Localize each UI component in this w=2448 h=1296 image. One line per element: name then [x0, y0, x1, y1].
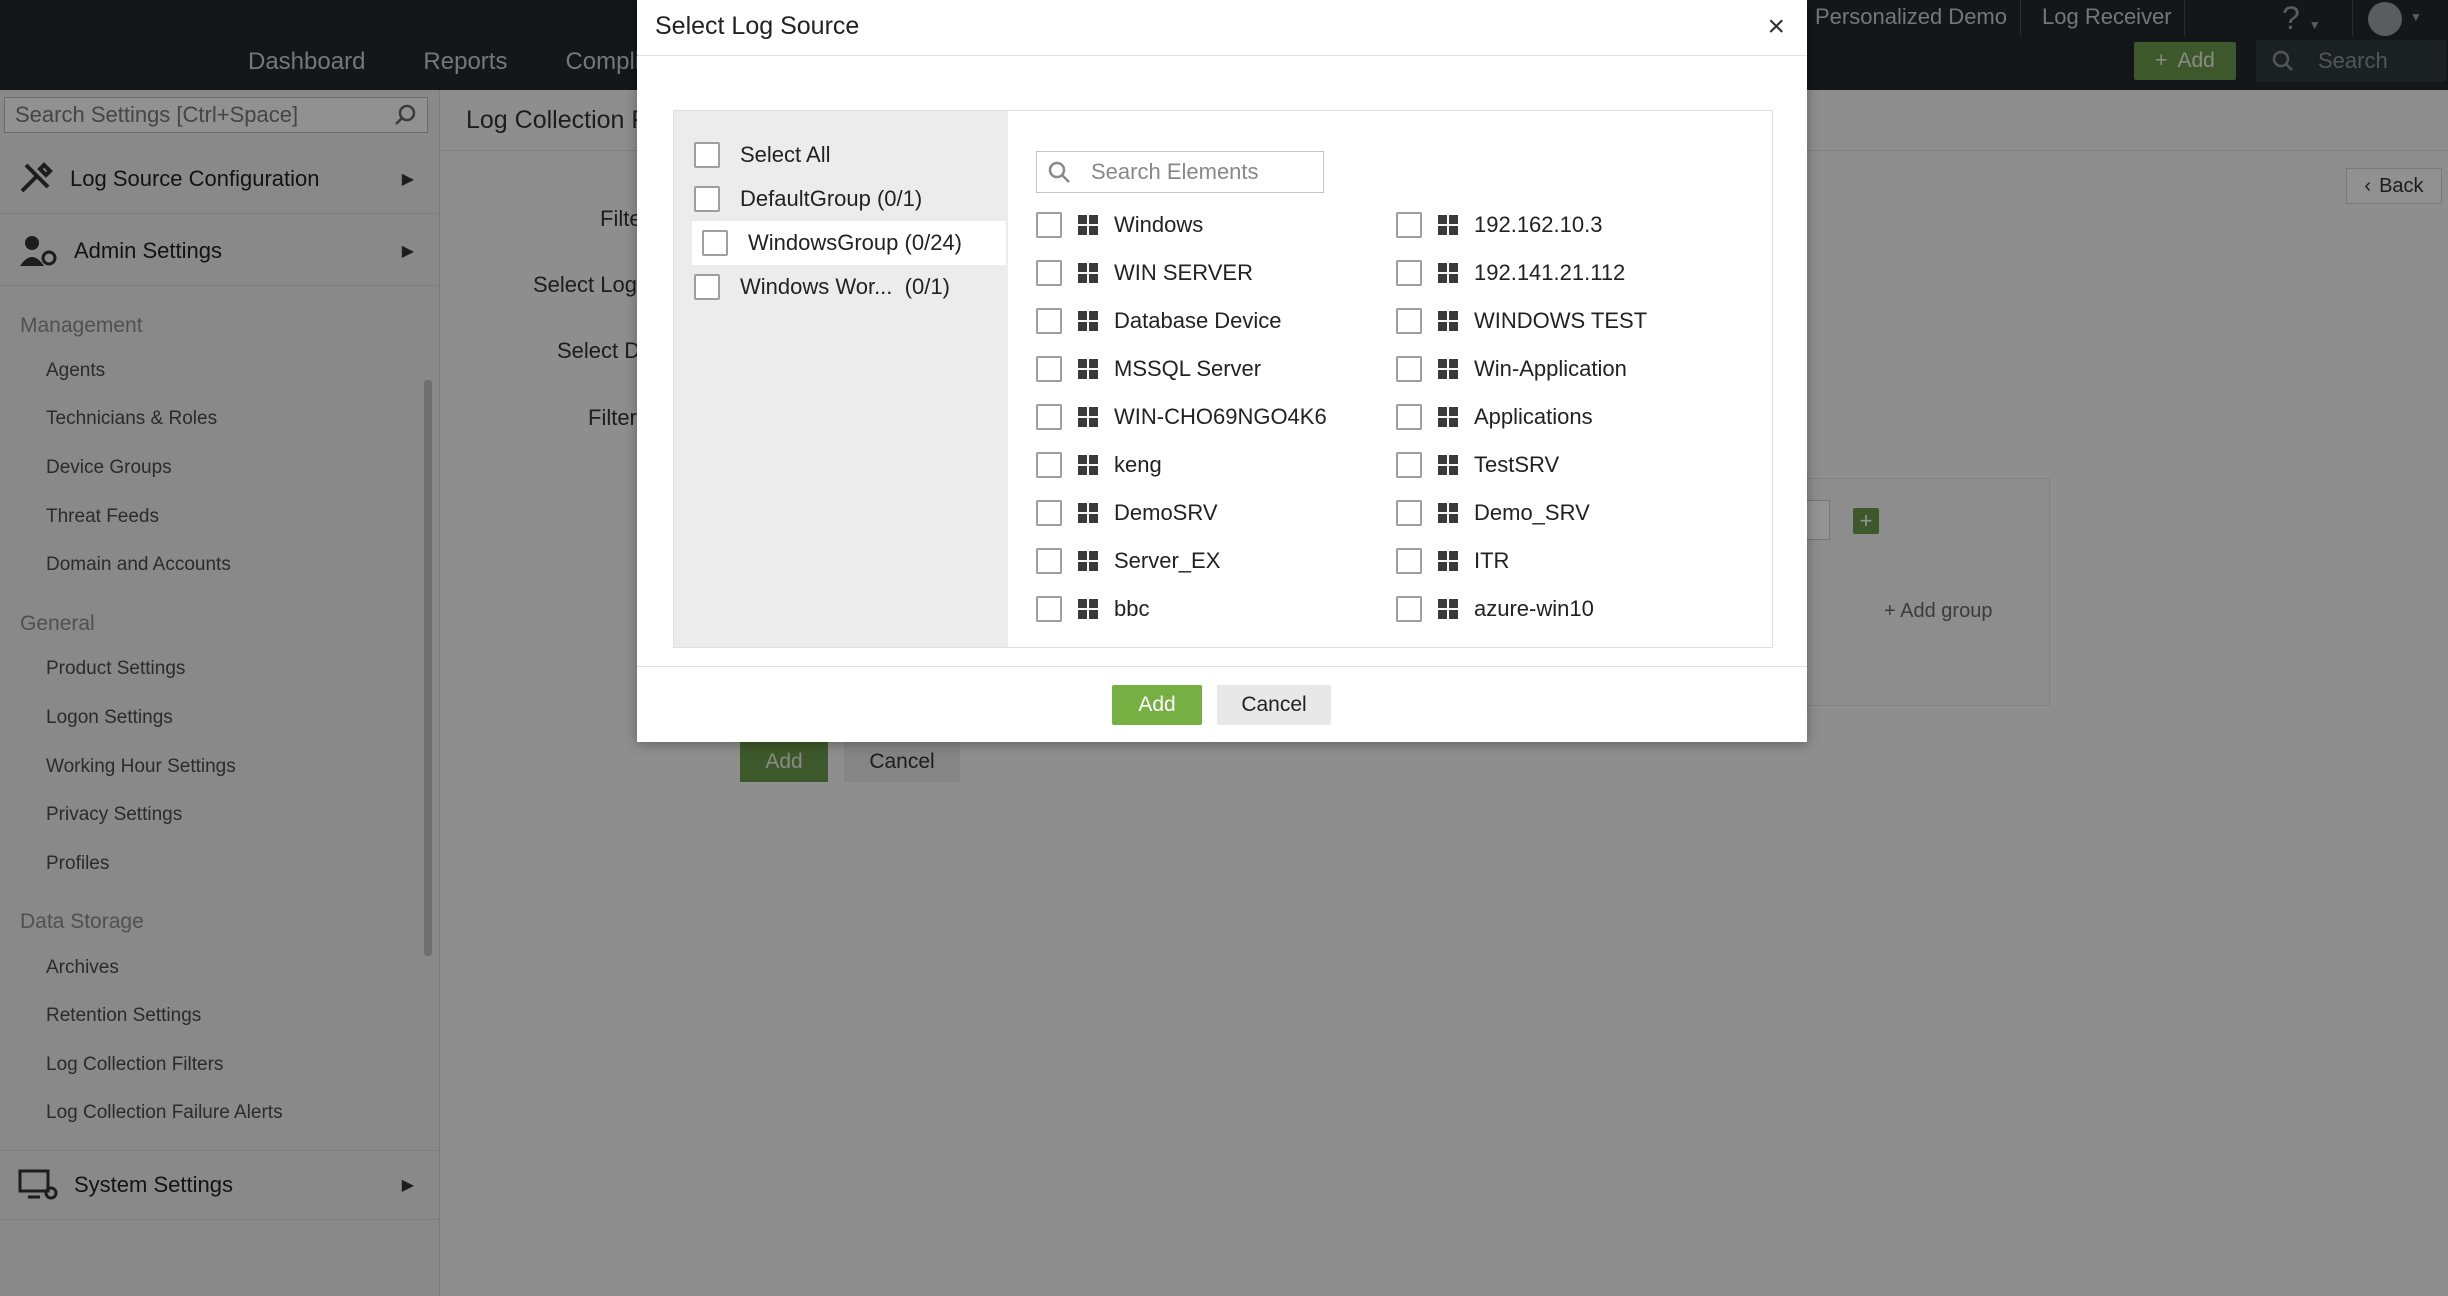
- element-row[interactable]: Database Device: [1036, 301, 1282, 341]
- element-row[interactable]: WIN SERVER: [1036, 253, 1253, 293]
- checkbox[interactable]: [1396, 404, 1422, 430]
- checkbox[interactable]: [1036, 212, 1062, 238]
- windows-icon: [1438, 551, 1458, 571]
- checkbox[interactable]: [1396, 452, 1422, 478]
- element-label: 192.162.10.3: [1474, 212, 1603, 237]
- windows-icon: [1438, 215, 1458, 235]
- element-label: WIN SERVER: [1114, 260, 1253, 285]
- element-label: Win-Application: [1474, 356, 1627, 381]
- checkbox[interactable]: [1396, 308, 1422, 334]
- windows-icon: [1438, 407, 1458, 427]
- element-row[interactable]: WIN-CHO69NGO4K6: [1036, 397, 1327, 437]
- device-groups-panel: Select All DefaultGroup (0/1) WindowsGro…: [674, 111, 1008, 647]
- element-row[interactable]: MSSQL Server: [1036, 349, 1261, 389]
- element-row[interactable]: Demo_SRV: [1396, 493, 1590, 533]
- element-row[interactable]: bbc: [1036, 589, 1149, 629]
- group-select-all[interactable]: Select All: [694, 133, 1008, 177]
- checkbox[interactable]: [1396, 596, 1422, 622]
- search-icon: [1048, 161, 1070, 183]
- checkbox[interactable]: [1036, 404, 1062, 430]
- checkbox[interactable]: [694, 142, 720, 168]
- dialog-header: Select Log Source ×: [637, 0, 1807, 56]
- element-label: Windows: [1114, 212, 1204, 237]
- windows-icon: [1438, 455, 1458, 475]
- search-elements-input[interactable]: Search Elements: [1036, 151, 1324, 193]
- checkbox[interactable]: [1036, 356, 1062, 382]
- close-icon[interactable]: ×: [1767, 10, 1785, 44]
- element-row[interactable]: Server_EX: [1036, 541, 1220, 581]
- add-button[interactable]: Add: [1112, 685, 1202, 725]
- element-row[interactable]: Applications: [1396, 397, 1593, 437]
- windows-icon: [1078, 215, 1098, 235]
- checkbox[interactable]: [694, 186, 720, 212]
- element-label: DemoSRV: [1114, 500, 1218, 525]
- element-row[interactable]: DemoSRV: [1036, 493, 1218, 533]
- windows-icon: [1438, 263, 1458, 283]
- group-windows-workstation[interactable]: Windows Wor... (0/1): [694, 265, 1008, 309]
- group-label: Select All: [740, 142, 831, 167]
- checkbox[interactable]: [694, 274, 720, 300]
- windows-icon: [1438, 311, 1458, 331]
- checkbox[interactable]: [1396, 260, 1422, 286]
- dialog-footer: Add Cancel: [637, 666, 1807, 742]
- checkbox[interactable]: [1036, 260, 1062, 286]
- dialog-body: Select All DefaultGroup (0/1) WindowsGro…: [673, 110, 1773, 648]
- checkbox[interactable]: [1396, 548, 1422, 574]
- element-row[interactable]: 192.162.10.3: [1396, 205, 1602, 245]
- element-label: bbc: [1114, 596, 1150, 621]
- element-row[interactable]: TestSRV: [1396, 445, 1559, 485]
- element-label: WINDOWS TEST: [1474, 308, 1648, 333]
- group-windows[interactable]: WindowsGroup (0/24): [692, 221, 1006, 265]
- checkbox[interactable]: [1036, 308, 1062, 334]
- checkbox[interactable]: [1396, 500, 1422, 526]
- windows-icon: [1438, 359, 1458, 379]
- element-row[interactable]: keng: [1036, 445, 1162, 485]
- element-label: Applications: [1474, 404, 1593, 429]
- element-label: WIN-CHO69NGO4K6: [1114, 404, 1327, 429]
- element-label: Demo_SRV: [1474, 500, 1590, 525]
- windows-icon: [1438, 503, 1458, 523]
- element-label: Database Device: [1114, 308, 1282, 333]
- element-row[interactable]: 192.141.21.112: [1396, 253, 1625, 293]
- windows-icon: [1078, 551, 1098, 571]
- group-default[interactable]: DefaultGroup (0/1): [694, 177, 1008, 221]
- checkbox[interactable]: [1036, 452, 1062, 478]
- checkbox[interactable]: [1036, 596, 1062, 622]
- element-label: MSSQL Server: [1114, 356, 1262, 381]
- windows-icon: [1078, 263, 1098, 283]
- windows-icon: [1078, 311, 1098, 331]
- group-label: DefaultGroup (0/1): [740, 186, 923, 211]
- windows-icon: [1078, 455, 1098, 475]
- element-label: ITR: [1474, 548, 1510, 573]
- element-row[interactable]: ITR: [1396, 541, 1509, 581]
- checkbox[interactable]: [702, 230, 728, 256]
- checkbox[interactable]: [1036, 548, 1062, 574]
- windows-icon: [1078, 599, 1098, 619]
- element-row[interactable]: azure-win10: [1396, 589, 1594, 629]
- checkbox[interactable]: [1036, 500, 1062, 526]
- element-label: Server_EX: [1114, 548, 1221, 573]
- group-label: WindowsGroup (0/24): [748, 230, 962, 255]
- select-log-source-dialog: Select Log Source × Select All DefaultGr…: [637, 0, 1807, 742]
- element-row[interactable]: WINDOWS TEST: [1396, 301, 1647, 341]
- dialog-title: Select Log Source: [655, 12, 860, 40]
- element-row[interactable]: Win-Application: [1396, 349, 1627, 389]
- element-label: keng: [1114, 452, 1162, 477]
- checkbox[interactable]: [1396, 356, 1422, 382]
- windows-icon: [1078, 359, 1098, 379]
- checkbox[interactable]: [1396, 212, 1422, 238]
- element-label: azure-win10: [1474, 596, 1594, 621]
- element-label: 192.141.21.112: [1474, 260, 1626, 285]
- element-row[interactable]: Windows: [1036, 205, 1203, 245]
- cancel-button[interactable]: Cancel: [1217, 685, 1331, 725]
- element-label: TestSRV: [1474, 452, 1560, 477]
- windows-icon: [1438, 599, 1458, 619]
- search-placeholder: Search Elements: [1091, 159, 1259, 184]
- group-label: Windows Wor... (0/1): [740, 274, 950, 299]
- windows-icon: [1078, 503, 1098, 523]
- windows-icon: [1078, 407, 1098, 427]
